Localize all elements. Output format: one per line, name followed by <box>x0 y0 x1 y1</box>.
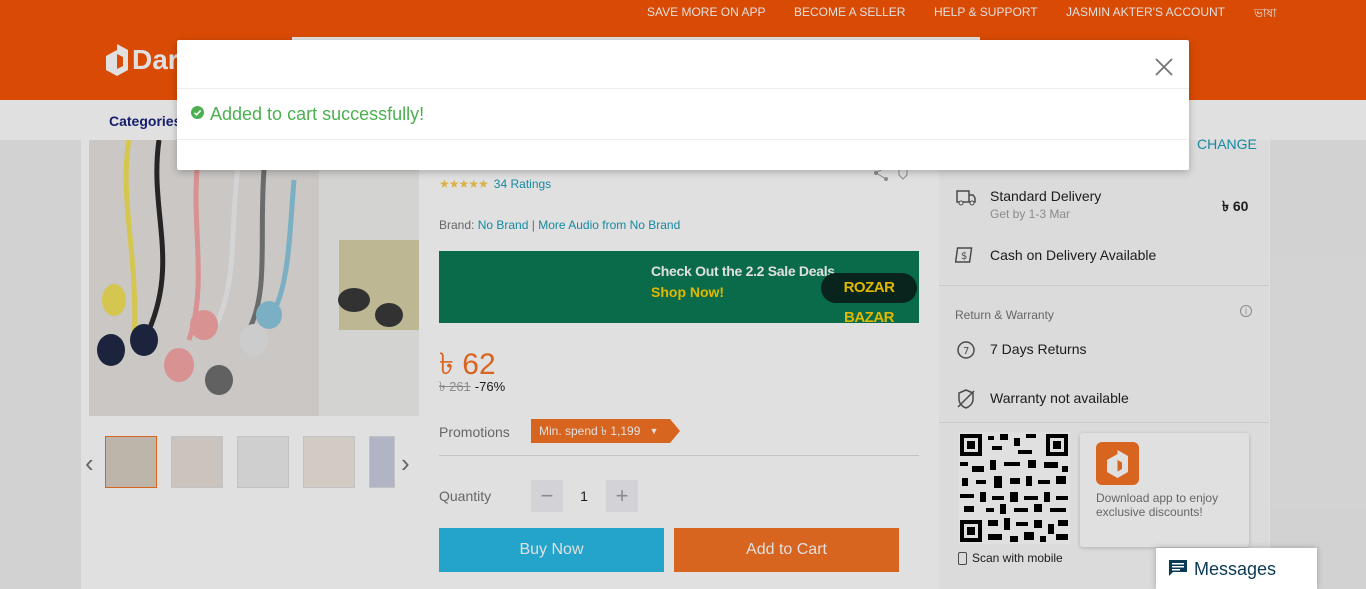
close-icon[interactable] <box>1152 55 1176 79</box>
modal-divider <box>177 88 1189 89</box>
chat-icon <box>1169 560 1187 576</box>
check-circle-icon <box>191 106 204 119</box>
added-to-cart-modal: Added to cart successfully! <box>177 40 1189 170</box>
messages-widget[interactable]: Messages <box>1156 548 1317 589</box>
success-message: Added to cart successfully! <box>191 104 424 125</box>
modal-divider <box>177 139 1189 140</box>
messages-label: Messages <box>1194 559 1277 579</box>
success-text: Added to cart successfully! <box>210 104 425 124</box>
